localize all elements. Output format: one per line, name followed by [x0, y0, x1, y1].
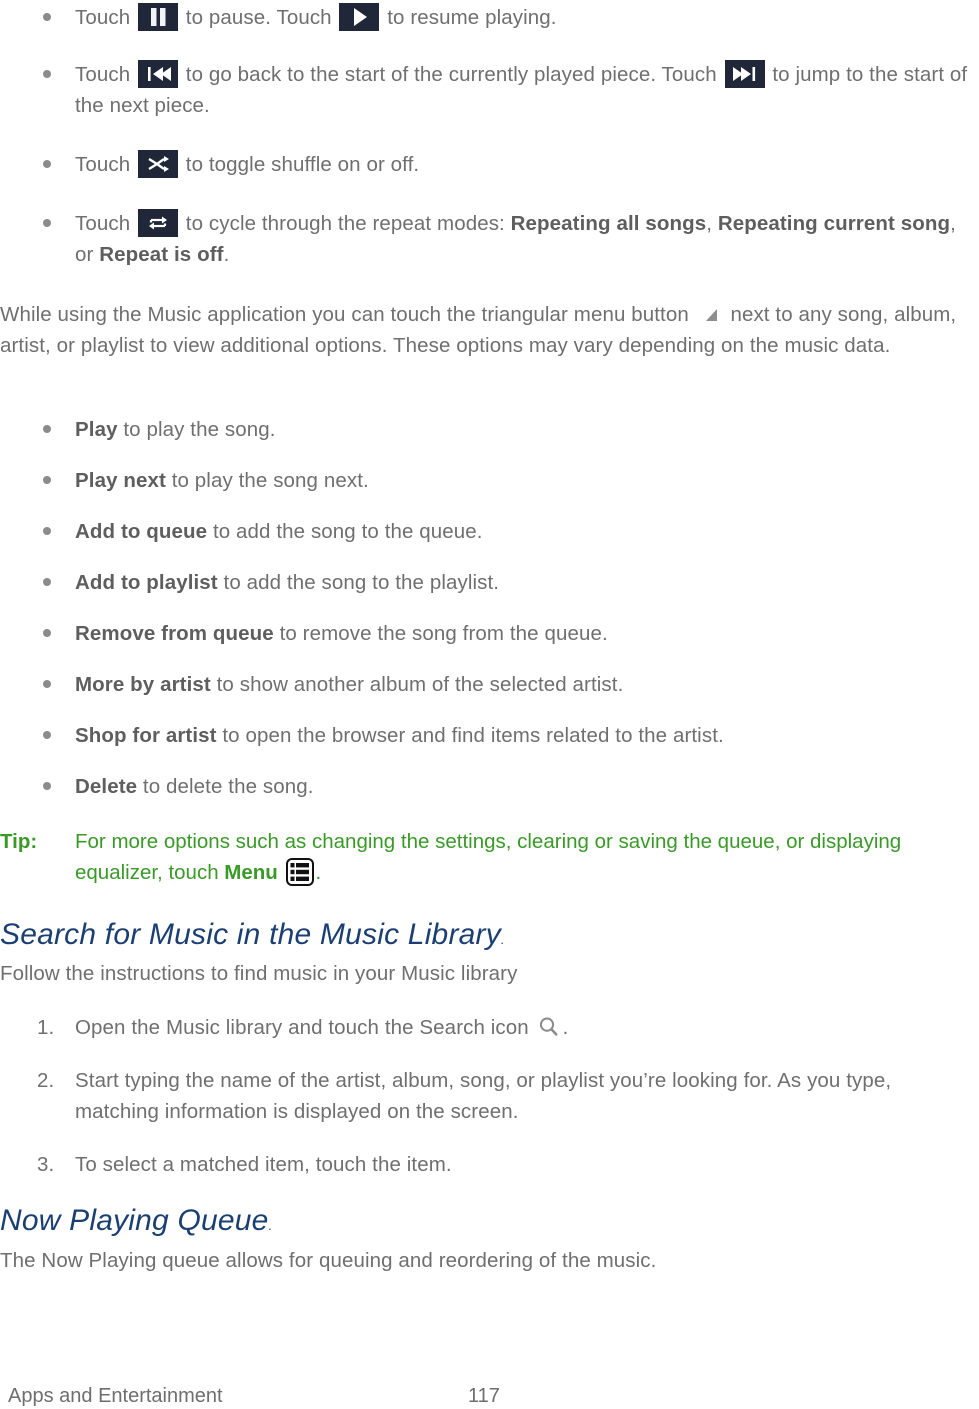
list-item: Touch to go back to the start of the cur…: [0, 59, 979, 121]
list-item: Delete to delete the song.: [0, 771, 979, 802]
bullet-dot: [43, 13, 51, 21]
heading-text: Now Playing Queue: [0, 1204, 269, 1237]
step-number: 2.: [37, 1069, 55, 1092]
manual-page: Touch to pause. Touch to resume playing.…: [0, 0, 979, 1407]
footer-section-label: Apps and Entertainment: [8, 1385, 223, 1407]
page-title-now-playing-queue: Now Playing Queue.: [0, 1203, 272, 1244]
list-item: Shop for artist to open the browser and …: [0, 720, 979, 751]
list-item: Remove from queue to remove the song fro…: [0, 618, 979, 649]
shuffle-description: to toggle shuffle on or off.: [180, 153, 420, 176]
tip-text-1: For more options such as changing the se…: [75, 830, 902, 884]
tip-text-2: .: [315, 861, 322, 884]
step-number: 1.: [37, 1016, 55, 1039]
play-description: to resume playing.: [381, 6, 557, 29]
option-label-play-next: Play next: [75, 469, 166, 492]
bullet-text: Touch to pause. Touch to resume playing.: [75, 3, 557, 31]
touch-label: Touch: [75, 212, 136, 235]
list-item: 1. Open the Music library and touch the …: [0, 1012, 979, 1043]
option-label-play: Play: [75, 418, 118, 441]
menu-intro-text-1: While using the Music application you ca…: [0, 303, 695, 326]
previous-track-icon[interactable]: [138, 60, 178, 88]
period: .: [223, 243, 230, 266]
bullet-text: Touch to cycle through the repeat modes:…: [75, 209, 956, 266]
pause-icon[interactable]: [138, 3, 178, 31]
list-item: 2. Start typing the name of the artist, …: [0, 1065, 979, 1127]
bullet-dot: [43, 219, 51, 227]
option-description: to play the song.: [117, 418, 276, 441]
list-item: Play next to play the song next.: [0, 465, 979, 496]
step-number: 3.: [37, 1153, 55, 1176]
pause-description: to pause. Touch: [180, 6, 338, 29]
option-label-more-by-artist: More by artist: [75, 673, 211, 696]
step-text: Start typing the name of the artist, alb…: [75, 1069, 892, 1123]
separator: ,: [706, 212, 718, 235]
previous-description: to go back to the start of the currently…: [180, 63, 723, 86]
list-item: Touch to toggle shuffle on or off.: [0, 149, 979, 180]
option-label-add-to-queue: Add to queue: [75, 520, 208, 543]
bullet-dot: [43, 680, 51, 688]
next-track-icon[interactable]: [724, 60, 765, 88]
menu-intro-paragraph: While using the Music application you ca…: [0, 299, 978, 361]
search-steps-list: 1. Open the Music library and touch the …: [0, 1012, 979, 1200]
option-label-delete: Delete: [75, 775, 138, 798]
option-description: to delete the song.: [137, 775, 314, 798]
repeat-description: to cycle through the repeat modes:: [180, 212, 511, 235]
bullet-dot: [43, 70, 51, 78]
option-label-add-to-playlist: Add to playlist: [75, 571, 218, 594]
repeat-mode-current: Repeating current song: [717, 212, 951, 235]
bullet-dot: [43, 578, 51, 586]
search-icon[interactable]: [538, 1016, 560, 1038]
bullet-dot: [43, 476, 51, 484]
page-title-search-for-music: Search for Music in the Music Library.: [0, 917, 505, 958]
menu-icon[interactable]: [285, 858, 314, 886]
list-item: Add to queue to add the song to the queu…: [0, 516, 979, 547]
playback-controls-list: Touch to pause. Touch to resume playing.…: [0, 0, 979, 288]
footer-page-number: 117: [468, 1385, 500, 1407]
bullet-text: Touch to go back to the start of the cur…: [75, 60, 967, 117]
list-item: More by artist to show another album of …: [0, 669, 979, 700]
step-text: Open the Music library and touch the Sea…: [75, 1016, 535, 1039]
option-description: to remove the song from the queue.: [273, 622, 608, 645]
option-label-remove-from-queue: Remove from queue: [75, 622, 274, 645]
heading-text: Search for Music in the Music Library: [0, 918, 501, 951]
repeat-icon[interactable]: [138, 209, 178, 237]
bullet-dot: [43, 782, 51, 790]
tip-text: For more options such as changing the se…: [75, 830, 902, 886]
option-label-shop-for-artist: Shop for artist: [75, 724, 217, 747]
step-text: To select a matched item, touch the item…: [75, 1153, 452, 1176]
touch-label: Touch: [75, 6, 136, 29]
option-description: to add the song to the queue.: [207, 520, 483, 543]
list-item: Add to playlist to add the song to the p…: [0, 567, 979, 598]
list-item: Touch to cycle through the repeat modes:…: [0, 208, 979, 270]
option-description: to play the song next.: [165, 469, 369, 492]
bullet-dot: [43, 629, 51, 637]
step-text-end: .: [562, 1016, 569, 1039]
list-item: Play to play the song.: [0, 414, 979, 445]
bullet-dot: [43, 527, 51, 535]
bullet-dot: [43, 731, 51, 739]
heading-dot: .: [268, 1218, 273, 1233]
bullet-dot: [43, 425, 51, 433]
list-item: 3. To select a matched item, touch the i…: [0, 1149, 979, 1180]
bullet-dot: [43, 160, 51, 168]
heading-dot: .: [500, 932, 505, 947]
repeat-mode-all: Repeating all songs: [510, 212, 707, 235]
tip-block: Tip: For more options such as changing t…: [0, 826, 975, 888]
option-description: to add the song to the playlist.: [217, 571, 500, 594]
option-description: to open the browser and find items relat…: [216, 724, 724, 747]
tip-label: Tip:: [0, 830, 38, 853]
list-item: Touch to pause. Touch to resume playing.: [0, 2, 979, 33]
bullet-text: Touch to toggle shuffle on or off.: [75, 150, 420, 178]
touch-label: Touch: [75, 153, 136, 176]
touch-label: Touch: [75, 63, 136, 86]
shuffle-icon[interactable]: [138, 150, 178, 178]
play-icon[interactable]: [339, 3, 380, 31]
option-description: to show another album of the selected ar…: [210, 673, 624, 696]
context-menu-options-list: Play to play the song. Play next to play…: [0, 414, 979, 822]
search-intro-text: Follow the instructions to find music in…: [0, 962, 518, 985]
triangular-menu-icon[interactable]: [701, 302, 719, 321]
repeat-mode-off: Repeat is off: [99, 243, 224, 266]
now-playing-intro-text: The Now Playing queue allows for queuing…: [0, 1249, 657, 1272]
menu-word: Menu: [224, 861, 278, 884]
